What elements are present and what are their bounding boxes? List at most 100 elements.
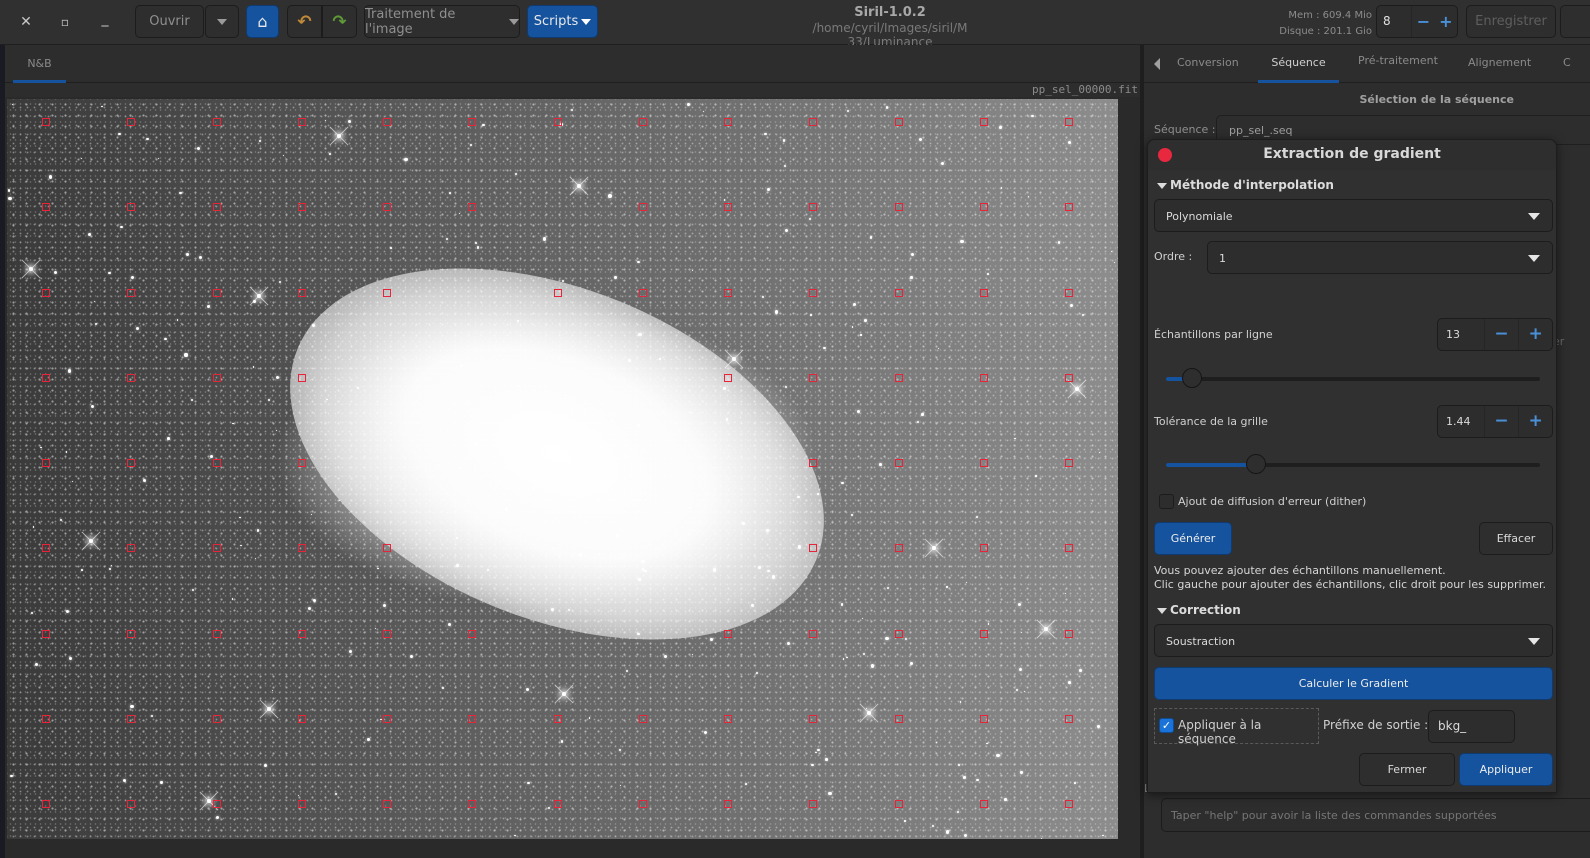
sample-point-marker[interactable] [638, 288, 647, 297]
sample-point-marker[interactable] [979, 118, 988, 126]
sample-point-marker[interactable] [212, 714, 221, 723]
sample-point-marker[interactable] [809, 288, 818, 297]
sample-point-marker[interactable] [894, 629, 903, 638]
samples-per-line-value[interactable]: 13 [1438, 319, 1485, 350]
sample-point-marker[interactable] [42, 459, 50, 467]
compute-gradient-button[interactable]: Calculer le Gradient [1154, 667, 1553, 700]
close-button[interactable]: Fermer [1359, 753, 1455, 786]
sample-point-marker[interactable] [724, 800, 732, 808]
sample-point-marker[interactable] [127, 459, 136, 467]
sample-point-marker[interactable] [297, 714, 306, 723]
scripts-menu[interactable]: Scripts [527, 5, 598, 38]
astro-image[interactable] [7, 99, 1118, 839]
sample-point-marker[interactable] [468, 118, 477, 126]
sample-point-marker[interactable] [212, 373, 221, 382]
sample-point-marker[interactable] [638, 118, 647, 126]
sample-point-marker[interactable] [42, 714, 50, 723]
undo-button[interactable]: ↶ [287, 5, 322, 38]
sample-point-marker[interactable] [1065, 373, 1073, 382]
sample-point-marker[interactable] [297, 800, 306, 808]
sample-point-marker[interactable] [297, 118, 306, 126]
sample-point-marker[interactable] [894, 203, 903, 212]
clear-button[interactable]: Effacer [1479, 522, 1553, 555]
tab-preprocessing[interactable]: Pré-traitement [1358, 43, 1438, 81]
sample-point-marker[interactable] [127, 288, 136, 297]
apply-button[interactable]: Appliquer [1459, 753, 1553, 786]
sample-point-marker[interactable] [979, 203, 988, 212]
sample-point-marker[interactable] [383, 118, 391, 126]
sample-point-marker[interactable] [212, 459, 221, 467]
tab-bw[interactable]: N&B [13, 45, 66, 83]
maximize-window-icon[interactable]: ▫ [53, 10, 77, 34]
dither-checkbox[interactable] [1159, 494, 1174, 509]
sample-point-marker[interactable] [809, 714, 818, 723]
grid-tolerance-slider[interactable] [1166, 454, 1540, 474]
sample-point-marker[interactable] [1065, 459, 1073, 467]
sample-point-marker[interactable] [724, 288, 732, 297]
tab-more[interactable]: C [1563, 45, 1571, 83]
apply-sequence-frame[interactable]: ✓ Appliquer à la séquence [1154, 708, 1319, 746]
sample-point-marker[interactable] [894, 714, 903, 723]
tab-conversion[interactable]: Conversion [1177, 45, 1239, 83]
minimize-window-icon[interactable]: _ [93, 7, 117, 31]
sample-point-marker[interactable] [1065, 800, 1073, 808]
sample-point-marker[interactable] [468, 203, 477, 212]
sample-point-marker[interactable] [894, 373, 903, 382]
sample-point-marker[interactable] [809, 629, 818, 638]
output-prefix-input[interactable]: bkg_ [1428, 710, 1515, 743]
grid-tolerance-spinner[interactable]: 1.44 − + [1437, 405, 1553, 438]
sample-point-marker[interactable] [724, 714, 732, 723]
sample-point-marker[interactable] [809, 544, 818, 553]
correction-combo[interactable]: Soustraction [1154, 624, 1553, 657]
sample-point-marker[interactable] [979, 544, 988, 553]
sample-point-marker[interactable] [553, 288, 562, 297]
sample-point-marker[interactable] [468, 629, 477, 638]
sample-point-marker[interactable] [383, 544, 391, 553]
sample-point-marker[interactable] [42, 118, 50, 126]
sample-point-marker[interactable] [553, 714, 562, 723]
threads-increment-button[interactable]: + [1435, 6, 1457, 37]
sample-point-marker[interactable] [638, 714, 647, 723]
more-menu-button[interactable] [1560, 5, 1590, 38]
sample-point-marker[interactable] [979, 373, 988, 382]
sample-point-marker[interactable] [553, 118, 562, 126]
recent-files-dropdown[interactable] [205, 5, 239, 38]
samples-increment-button[interactable]: + [1518, 319, 1552, 350]
samples-per-line-slider[interactable] [1166, 368, 1540, 388]
sample-point-marker[interactable] [894, 288, 903, 297]
sample-point-marker[interactable] [297, 544, 306, 553]
sample-point-marker[interactable] [127, 118, 136, 126]
sample-point-marker[interactable] [42, 288, 50, 297]
sample-point-marker[interactable] [383, 714, 391, 723]
sample-point-marker[interactable] [297, 459, 306, 467]
sample-point-marker[interactable] [127, 714, 136, 723]
sample-point-marker[interactable] [127, 800, 136, 808]
sample-point-marker[interactable] [42, 203, 50, 212]
sample-point-marker[interactable] [212, 800, 221, 808]
save-button[interactable]: Enregistrer [1466, 5, 1556, 38]
grid-tolerance-value[interactable]: 1.44 [1438, 406, 1485, 437]
home-button[interactable]: ⌂ [246, 5, 279, 38]
tab-scroll-left-icon[interactable] [1154, 58, 1160, 70]
sample-point-marker[interactable] [297, 629, 306, 638]
sample-point-marker[interactable] [1065, 714, 1073, 723]
threads-value[interactable]: 8 [1377, 6, 1413, 37]
sample-point-marker[interactable] [809, 118, 818, 126]
sample-point-marker[interactable] [127, 544, 136, 553]
sample-point-marker[interactable] [297, 203, 306, 212]
tab-registration[interactable]: Alignement [1468, 45, 1531, 83]
image-processing-menu[interactable]: Traitement de l'image [364, 5, 520, 38]
sample-point-marker[interactable] [894, 800, 903, 808]
sample-point-marker[interactable] [468, 800, 477, 808]
correction-section-header[interactable]: Correction [1157, 603, 1241, 617]
sample-point-marker[interactable] [979, 629, 988, 638]
sample-point-marker[interactable] [212, 118, 221, 126]
sample-point-marker[interactable] [894, 544, 903, 553]
sample-point-marker[interactable] [638, 800, 647, 808]
sample-point-marker[interactable] [42, 800, 50, 808]
sample-point-marker[interactable] [724, 118, 732, 126]
sample-point-marker[interactable] [894, 459, 903, 467]
sample-point-marker[interactable] [553, 800, 562, 808]
threads-spinner[interactable]: 8 − + [1376, 5, 1458, 38]
sample-point-marker[interactable] [297, 288, 306, 297]
